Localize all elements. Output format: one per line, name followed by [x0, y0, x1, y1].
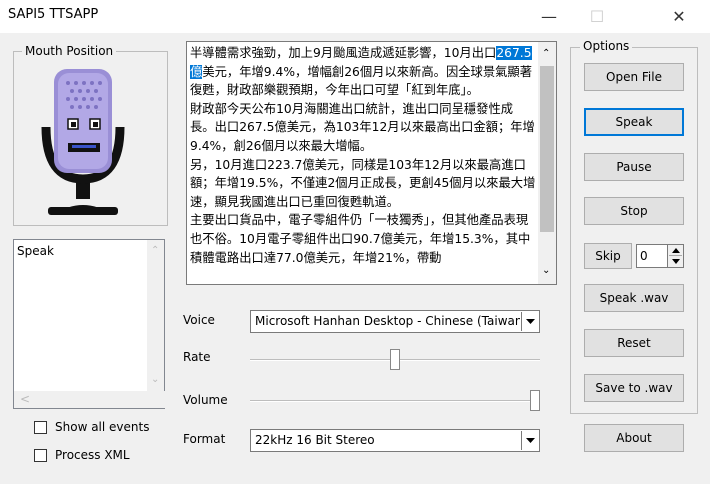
scroll-thumb[interactable] — [540, 66, 554, 232]
minimize-button[interactable]: — — [526, 0, 572, 33]
rate-slider-thumb[interactable] — [390, 349, 400, 370]
speak-wav-button[interactable]: Speak .wav — [584, 284, 684, 312]
format-value: 22kHz 16 Bit Stereo — [255, 433, 375, 447]
window-title: SAPI5 TTSAPP — [8, 7, 99, 22]
list-item[interactable]: Speak — [17, 244, 54, 258]
voice-value: Microsoft Hanhan Desktop - Chinese (Taiw… — [255, 314, 520, 328]
events-vertical-scrollbar[interactable]: ⌃ ⌄ — [147, 240, 164, 391]
minimize-icon: — — [541, 7, 557, 26]
events-horizontal-scrollbar[interactable]: < > — [14, 391, 165, 408]
rate-label: Rate — [183, 350, 211, 364]
scroll-left-icon[interactable]: < — [20, 392, 30, 406]
save-wav-button[interactable]: Save to .wav — [584, 374, 684, 402]
open-file-button[interactable]: Open File — [584, 63, 684, 91]
skip-spin-buttons[interactable] — [667, 245, 683, 267]
chevron-down-icon[interactable] — [521, 431, 538, 450]
maximize-button: ☐ — [574, 0, 620, 33]
options-group — [570, 47, 698, 414]
skip-value[interactable]: 0 — [640, 249, 648, 263]
scroll-up-icon[interactable]: ⌃ — [542, 48, 550, 59]
show-all-events-label: Show all events — [55, 420, 150, 434]
scroll-up-icon[interactable]: ⌃ — [151, 245, 159, 256]
volume-slider[interactable] — [250, 390, 540, 414]
voice-select[interactable]: Microsoft Hanhan Desktop - Chinese (Taiw… — [250, 310, 540, 333]
skip-button[interactable]: Skip — [584, 243, 632, 269]
text-content: 半導體需求強勁，加上9月颱風造成遞延影響，10月出口267.5億美元，年增9.4… — [190, 44, 536, 267]
format-select[interactable]: 22kHz 16 Bit Stereo — [250, 429, 540, 452]
title-bar: SAPI5 TTSAPP — ☐ ✕ — [0, 0, 710, 33]
show-all-events-checkbox[interactable] — [34, 421, 47, 434]
process-xml-checkbox[interactable] — [34, 449, 47, 462]
spin-down-icon[interactable] — [672, 259, 680, 264]
scroll-down-icon[interactable]: ⌄ — [151, 374, 159, 385]
format-label: Format — [183, 432, 226, 446]
maximize-icon: ☐ — [589, 7, 605, 26]
close-button[interactable]: ✕ — [656, 0, 702, 33]
text-after-selection: 美元，年增9.4%，增幅創26個月以來新高。因全球景氣顯著復甦，財政部樂觀預期，… — [190, 64, 536, 265]
microphone-mouth-icon — [41, 69, 125, 215]
text-before-selection: 半導體需求強勁，加上9月颱風造成遞延影響，10月出口 — [190, 46, 497, 60]
volume-slider-thumb[interactable] — [530, 390, 540, 411]
mouth-position-label: Mouth Position — [22, 44, 117, 58]
about-button[interactable]: About — [584, 424, 684, 452]
spin-up-icon[interactable] — [672, 248, 680, 253]
volume-track — [250, 400, 540, 402]
process-xml-label: Process XML — [55, 448, 130, 462]
events-list[interactable]: Speak ⌃ ⌄ < > — [13, 239, 165, 409]
skip-stepper[interactable]: 0 — [636, 244, 684, 268]
rate-slider[interactable] — [250, 349, 540, 373]
text-vertical-scrollbar[interactable]: ⌃ ⌄ — [538, 42, 556, 284]
options-label: Options — [580, 39, 633, 53]
voice-label: Voice — [183, 313, 215, 327]
chevron-down-icon[interactable] — [521, 312, 538, 331]
speak-button[interactable]: Speak — [584, 108, 684, 136]
stop-button[interactable]: Stop — [584, 197, 684, 225]
volume-label: Volume — [183, 393, 228, 407]
scroll-corner — [147, 391, 164, 408]
scroll-down-icon[interactable]: ⌄ — [542, 265, 550, 276]
close-icon: ✕ — [672, 7, 686, 26]
reset-button[interactable]: Reset — [584, 329, 684, 357]
pause-button[interactable]: Pause — [584, 153, 684, 181]
text-input-area[interactable]: 半導體需求強勁，加上9月颱風造成遞延影響，10月出口267.5億美元，年增9.4… — [186, 41, 557, 285]
